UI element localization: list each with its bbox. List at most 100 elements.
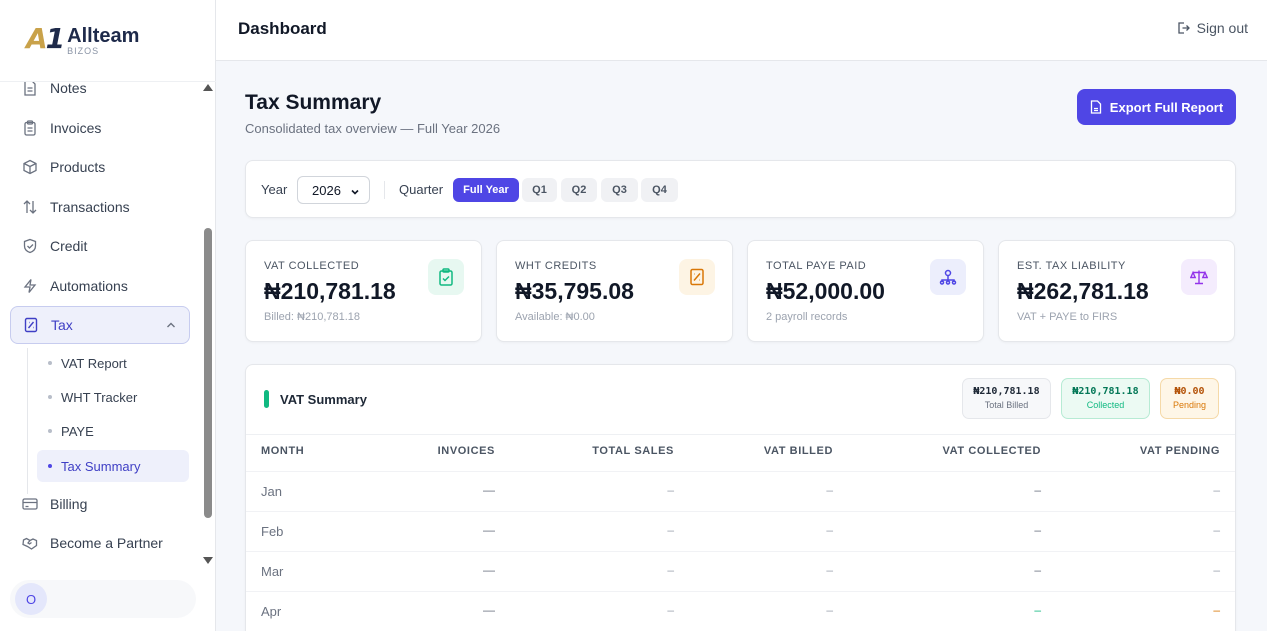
quarter-q3-button[interactable]: Q3 bbox=[601, 178, 638, 202]
scroll-down-arrow-icon[interactable] bbox=[203, 557, 213, 564]
cell-vat-pending: – bbox=[1213, 523, 1220, 537]
cell-vat-collected: – bbox=[1034, 483, 1041, 497]
sidebar-subitem-label: VAT Report bbox=[61, 355, 127, 371]
sign-out-label: Sign out bbox=[1196, 20, 1248, 36]
stat-value: ₦210,781.18 bbox=[264, 278, 396, 304]
vat-summary-title: VAT Summary bbox=[280, 392, 367, 407]
column-header-vat-billed[interactable]: VAT BILLED bbox=[764, 445, 833, 457]
sidebar-item-label: Invoices bbox=[50, 120, 102, 136]
stat-note: Available: ₦0.00 bbox=[515, 311, 595, 323]
clipboard-icon bbox=[22, 120, 38, 136]
cell-invoices: — bbox=[483, 603, 495, 617]
user-profile[interactable]: O bbox=[10, 580, 196, 618]
page-title: Dashboard bbox=[238, 19, 327, 38]
cell-month: Jan bbox=[261, 484, 282, 499]
brand-name: Allteam bbox=[67, 25, 140, 47]
topbar: Dashboard Sign out bbox=[216, 0, 1267, 61]
sidebar-item-billing[interactable]: Billing bbox=[10, 485, 190, 523]
stat-card-wht-credits: WHT CREDITS ₦35,795.08 Available: ₦0.00 bbox=[496, 240, 733, 342]
brand-logo[interactable]: A1 Allteam BIZOS bbox=[26, 22, 139, 56]
receipt-icon bbox=[23, 317, 39, 333]
cell-vat-billed: – bbox=[826, 523, 833, 537]
sidebar-item-credit[interactable]: Credit bbox=[10, 227, 190, 265]
header-row-divider bbox=[246, 471, 1235, 472]
cell-vat-collected: – bbox=[1034, 603, 1041, 617]
sidebar-item-label: Notes bbox=[50, 82, 87, 96]
bullet-dot bbox=[48, 395, 52, 399]
stat-label: TOTAL PAYE PAID bbox=[766, 260, 867, 272]
cell-vat-pending: – bbox=[1213, 563, 1220, 577]
sidebar-scrollbar[interactable] bbox=[202, 82, 214, 568]
pill-label: Total Billed bbox=[984, 400, 1029, 410]
column-header-invoices[interactable]: INVOICES bbox=[438, 445, 495, 457]
stat-note: Billed: ₦210,781.18 bbox=[264, 311, 361, 323]
year-select[interactable]: 2026 bbox=[297, 176, 370, 204]
submenu-guide-line bbox=[27, 348, 28, 494]
sidebar-item-invoices[interactable]: Invoices bbox=[10, 109, 190, 147]
cell-month: Mar bbox=[261, 564, 284, 579]
sidebar-item-transactions[interactable]: Transactions bbox=[10, 188, 190, 226]
stat-label: EST. TAX LIABILITY bbox=[1017, 260, 1126, 272]
sign-out-button[interactable]: Sign out bbox=[1176, 20, 1248, 36]
export-label: Export Full Report bbox=[1109, 99, 1224, 115]
chevron-up-icon[interactable] bbox=[165, 318, 177, 334]
cell-total-sales: – bbox=[667, 563, 674, 577]
sidebar-item-become-partner[interactable]: Become a Partner bbox=[10, 524, 190, 562]
section-subtitle: Consolidated tax overview — Full Year 20… bbox=[245, 121, 501, 136]
quarter-q4-button[interactable]: Q4 bbox=[641, 178, 678, 202]
pill-total-billed: ₦210,781.18 Total Billed bbox=[962, 378, 1051, 419]
cell-month: Apr bbox=[261, 604, 282, 619]
stat-card-vat-collected: VAT COLLECTED ₦210,781.18 Billed: ₦210,7… bbox=[245, 240, 482, 342]
filter-bar: Year 2026 Quarter Full Year Q1 Q2 Q3 Q4 bbox=[245, 160, 1236, 218]
cell-total-sales: – bbox=[667, 523, 674, 537]
sidebar-subitem-paye[interactable]: PAYE bbox=[37, 415, 189, 447]
cell-vat-pending: – bbox=[1213, 603, 1220, 617]
sidebar-subitem-tax-summary[interactable]: Tax Summary bbox=[37, 450, 189, 482]
pill-value: ₦210,781.18 bbox=[1072, 386, 1139, 397]
export-full-report-button[interactable]: Export Full Report bbox=[1077, 89, 1236, 125]
cell-total-sales: – bbox=[667, 483, 674, 497]
column-header-month[interactable]: MONTH bbox=[261, 445, 304, 457]
cell-vat-pending: – bbox=[1213, 483, 1220, 497]
sidebar-item-automations[interactable]: Automations bbox=[10, 267, 190, 305]
cell-vat-billed: – bbox=[826, 563, 833, 577]
sidebar-item-label: Credit bbox=[50, 238, 88, 254]
vat-summary-card: VAT Summary ₦210,781.18 Total Billed ₦21… bbox=[245, 364, 1236, 631]
scroll-thumb[interactable] bbox=[204, 228, 212, 518]
sidebar-subitem-vat-report[interactable]: VAT Report bbox=[37, 347, 189, 379]
avatar: O bbox=[15, 583, 47, 615]
bolt-icon bbox=[22, 278, 38, 294]
row-divider bbox=[246, 511, 1235, 512]
sidebar-subitem-wht-tracker[interactable]: WHT Tracker bbox=[37, 381, 189, 413]
cell-invoices: — bbox=[483, 563, 495, 577]
column-header-vat-collected[interactable]: VAT COLLECTED bbox=[943, 445, 1041, 457]
pill-value: ₦210,781.18 bbox=[973, 386, 1040, 397]
quarter-q2-button[interactable]: Q2 bbox=[561, 178, 597, 202]
sidebar-item-label: Automations bbox=[50, 278, 128, 294]
arrows-updown-icon bbox=[22, 199, 38, 215]
clipboard-check-icon bbox=[428, 259, 464, 295]
quarter-full-year-button[interactable]: Full Year bbox=[453, 178, 519, 202]
stat-value: ₦35,795.08 bbox=[515, 278, 634, 304]
row-divider bbox=[246, 591, 1235, 592]
cell-vat-collected: – bbox=[1034, 523, 1041, 537]
column-header-total-sales[interactable]: TOTAL SALES bbox=[592, 445, 674, 457]
quarter-q1-button[interactable]: Q1 bbox=[522, 178, 557, 202]
pill-label: Collected bbox=[1086, 400, 1125, 410]
sidebar-item-notes[interactable]: Notes bbox=[10, 82, 190, 107]
users-icon bbox=[930, 259, 966, 295]
file-icon bbox=[22, 82, 38, 96]
stat-label: WHT CREDITS bbox=[515, 260, 597, 272]
quarter-label: Quarter bbox=[399, 182, 444, 197]
shield-check-icon bbox=[22, 238, 38, 254]
logo-mark: A1 bbox=[26, 22, 65, 55]
cell-total-sales: – bbox=[667, 603, 674, 617]
sidebar: A1 Allteam BIZOS Notes Invoices Products… bbox=[0, 0, 216, 631]
scale-icon bbox=[1181, 259, 1217, 295]
pill-value: ₦0.00 bbox=[1174, 386, 1205, 397]
sidebar-item-tax[interactable]: Tax bbox=[10, 306, 190, 344]
scroll-up-arrow-icon[interactable] bbox=[203, 84, 213, 91]
year-value: 2026 bbox=[312, 182, 341, 198]
sidebar-item-products[interactable]: Products bbox=[10, 148, 190, 186]
column-header-vat-pending[interactable]: VAT PENDING bbox=[1140, 445, 1220, 457]
